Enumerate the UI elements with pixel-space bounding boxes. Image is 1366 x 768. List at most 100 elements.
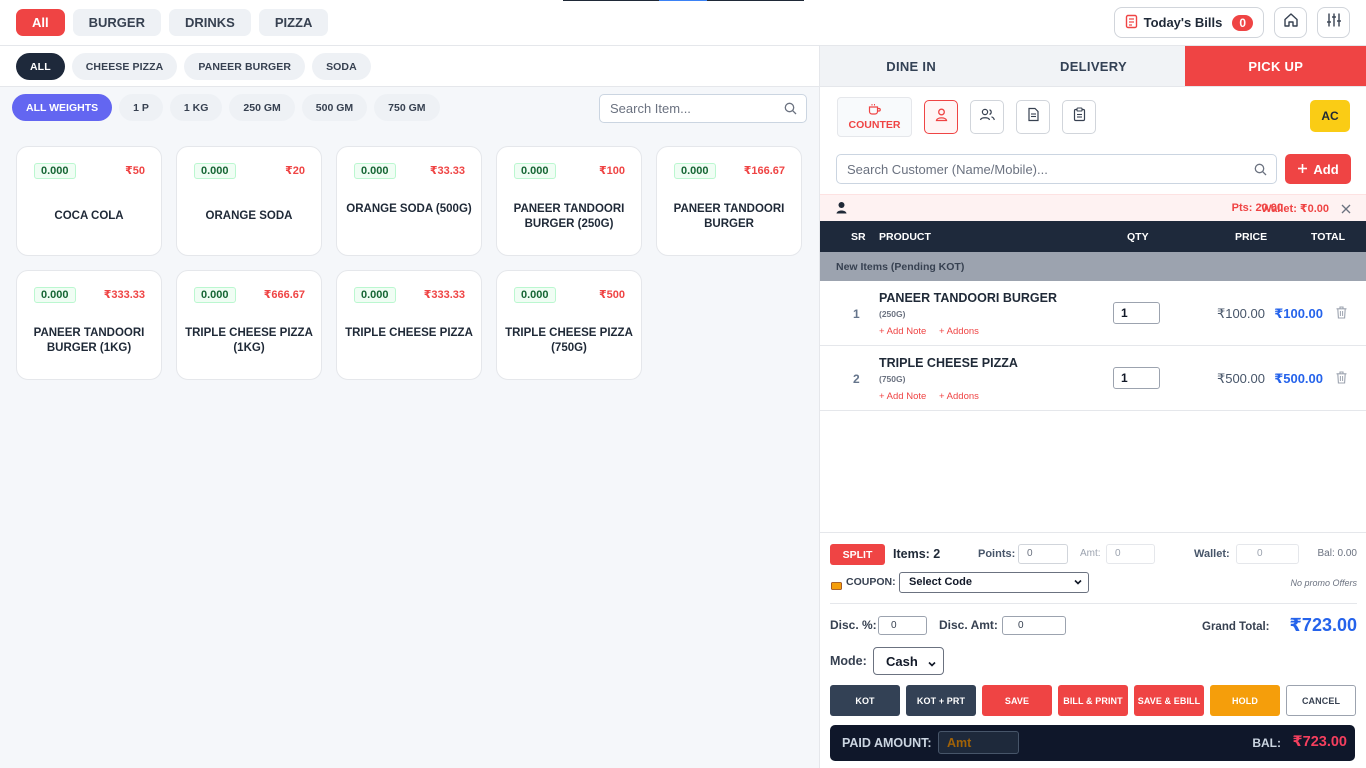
users-icon	[979, 107, 996, 127]
points-amt-input: 0	[1106, 544, 1155, 564]
home-button[interactable]	[1274, 7, 1307, 38]
ac-button[interactable]: AC	[1310, 100, 1350, 132]
search-icon[interactable]	[1254, 163, 1267, 181]
kot-print-button[interactable]: KOT + PRT	[906, 685, 976, 716]
weight-filter-bar: ALL WEIGHTS 1 P 1 KG 250 GM 500 GM 750 G…	[0, 87, 819, 130]
save-ebill-button[interactable]: SAVE & EBILL	[1134, 685, 1204, 716]
product-card[interactable]: 0.000 ₹666.67 TRIPLE CHEESE PIZZA (1KG)	[176, 270, 322, 380]
receipt-icon	[1125, 14, 1138, 32]
customer-toolbar: COUNTER	[837, 97, 1096, 137]
category-burger[interactable]: BURGER	[72, 9, 161, 36]
item-search-input[interactable]	[600, 95, 806, 122]
subcategory-paneer-burger[interactable]: PANEER BURGER	[184, 53, 306, 80]
category-all[interactable]: All	[16, 9, 65, 36]
divider	[830, 603, 1357, 604]
kot-button[interactable]: KOT	[830, 685, 900, 716]
product-card[interactable]: 0.000 ₹20 ORANGE SODA	[176, 146, 322, 256]
group-customer-button[interactable]	[970, 100, 1004, 134]
coupon-select[interactable]: Select Code	[899, 572, 1089, 593]
subcategory-bar: ALL CHEESE PIZZA PANEER BURGER SODA	[0, 46, 819, 87]
subcategory-all[interactable]: ALL	[16, 53, 65, 80]
weight-all[interactable]: ALL WEIGHTS	[12, 94, 113, 121]
disc-pct-input[interactable]: 0	[878, 616, 927, 635]
cart-row: 2 TRIPLE CHEESE PIZZA (750G) + Add Note …	[820, 346, 1366, 411]
trash-icon[interactable]	[1336, 371, 1347, 389]
row-total: ₹500.00	[1274, 371, 1323, 386]
search-icon[interactable]	[784, 102, 797, 120]
stock-qty-badge: 0.000	[354, 163, 396, 179]
points-label: Points:	[978, 548, 1016, 560]
clipboard-button[interactable]	[1062, 100, 1096, 134]
user-icon	[934, 107, 949, 127]
weight-750gm[interactable]: 750 GM	[374, 94, 440, 121]
addons-link[interactable]: + Addons	[939, 391, 979, 402]
weight-500gm[interactable]: 500 GM	[301, 94, 368, 121]
cancel-button[interactable]: CANCEL	[1286, 685, 1356, 716]
wallet-balance: Bal: 0.00	[1317, 548, 1357, 559]
customer-search-input[interactable]	[837, 155, 1276, 183]
disc-amt-input[interactable]: 0	[1002, 616, 1066, 635]
tab-dine-in[interactable]: DINE IN	[820, 46, 1002, 86]
category-pizza[interactable]: PIZZA	[258, 9, 329, 36]
product-card[interactable]: 0.000 ₹50 COCA COLA	[16, 146, 162, 256]
save-button[interactable]: SAVE	[982, 685, 1052, 716]
grand-total-label: Grand Total:	[1202, 621, 1270, 633]
disc-amt-label: Disc. Amt:	[939, 618, 998, 632]
paid-amount-input[interactable]: Amt	[938, 731, 1019, 754]
order-type-tabs: DINE IN DELIVERY PICK UP	[820, 46, 1366, 87]
tab-pick-up[interactable]: PICK UP	[1184, 46, 1366, 86]
stock-qty-badge: 0.000	[194, 163, 236, 179]
clipboard-icon	[1073, 107, 1086, 127]
header-sr: SR	[851, 231, 866, 243]
payment-bar: PAID AMOUNT: Amt BAL: ₹723.00	[830, 725, 1355, 761]
split-button[interactable]: SPLIT	[830, 544, 885, 565]
settings-button[interactable]	[1317, 7, 1350, 38]
product-card[interactable]: 0.000 ₹333.33 PANEER TANDOORI BURGER (1K…	[16, 270, 162, 380]
sliders-icon	[1326, 12, 1342, 33]
points-input[interactable]: 0	[1018, 544, 1068, 564]
product-card[interactable]: 0.000 ₹100 PANEER TANDOORI BURGER (250G)	[496, 146, 642, 256]
product-card[interactable]: 0.000 ₹33.33 ORANGE SODA (500G)	[336, 146, 482, 256]
weight-1kg[interactable]: 1 KG	[169, 94, 223, 121]
product-card[interactable]: 0.000 ₹333.33 TRIPLE CHEESE PIZZA	[336, 270, 482, 380]
counter-button[interactable]: COUNTER	[837, 97, 912, 137]
stock-qty-badge: 0.000	[194, 287, 236, 303]
stock-qty-badge: 0.000	[34, 163, 76, 179]
tab-delivery[interactable]: DELIVERY	[1002, 46, 1184, 86]
addons-link[interactable]: + Addons	[939, 326, 979, 337]
product-name: ORANGE SODA	[205, 210, 293, 222]
add-note-link[interactable]: + Add Note	[879, 391, 926, 402]
row-total: ₹100.00	[1274, 306, 1323, 321]
notes-button[interactable]	[1016, 100, 1050, 134]
top-decoration-line	[563, 0, 804, 1]
weight-1p[interactable]: 1 P	[119, 94, 163, 121]
qty-input[interactable]: 1	[1113, 367, 1160, 389]
category-tabs: All BURGER DRINKS PIZZA	[16, 9, 329, 36]
payment-mode-select[interactable]: Cash	[873, 647, 944, 675]
trash-icon[interactable]	[1336, 306, 1347, 324]
subcategory-cheese-pizza[interactable]: CHEESE PIZZA	[71, 53, 178, 80]
product-name: PANEER TANDOORI BURGER (1KG)	[33, 327, 145, 354]
items-count: Items: 2	[893, 547, 941, 561]
ticket-icon	[831, 577, 842, 595]
single-customer-button[interactable]	[924, 100, 958, 134]
subcategory-soda[interactable]: SODA	[312, 53, 371, 80]
product-name: TRIPLE CHEESE PIZZA (1KG)	[185, 327, 313, 354]
close-icon[interactable]	[1341, 201, 1351, 217]
header-total: TOTAL	[1311, 231, 1346, 243]
counter-label: COUNTER	[848, 119, 901, 131]
bill-print-button[interactable]: BILL & PRINT	[1058, 685, 1128, 716]
category-drinks[interactable]: DRINKS	[168, 9, 251, 36]
header-qty: QTY	[1127, 231, 1149, 243]
payment-mode-value: Cash	[886, 654, 918, 669]
product-card[interactable]: 0.000 ₹500 TRIPLE CHEESE PIZZA (750G)	[496, 270, 642, 380]
add-customer-button[interactable]: Add	[1285, 154, 1351, 184]
product-card[interactable]: 0.000 ₹166.67 PANEER TANDOORI BURGER	[656, 146, 802, 256]
hold-button[interactable]: HOLD	[1210, 685, 1280, 716]
top-right-actions: Today's Bills 0	[1113, 7, 1350, 38]
todays-bills-button[interactable]: Today's Bills 0	[1113, 7, 1264, 38]
qty-input[interactable]: 1	[1113, 302, 1160, 324]
weight-250gm[interactable]: 250 GM	[229, 94, 295, 121]
grand-total-value: ₹723.00	[1289, 615, 1357, 635]
add-note-link[interactable]: + Add Note	[879, 326, 926, 337]
